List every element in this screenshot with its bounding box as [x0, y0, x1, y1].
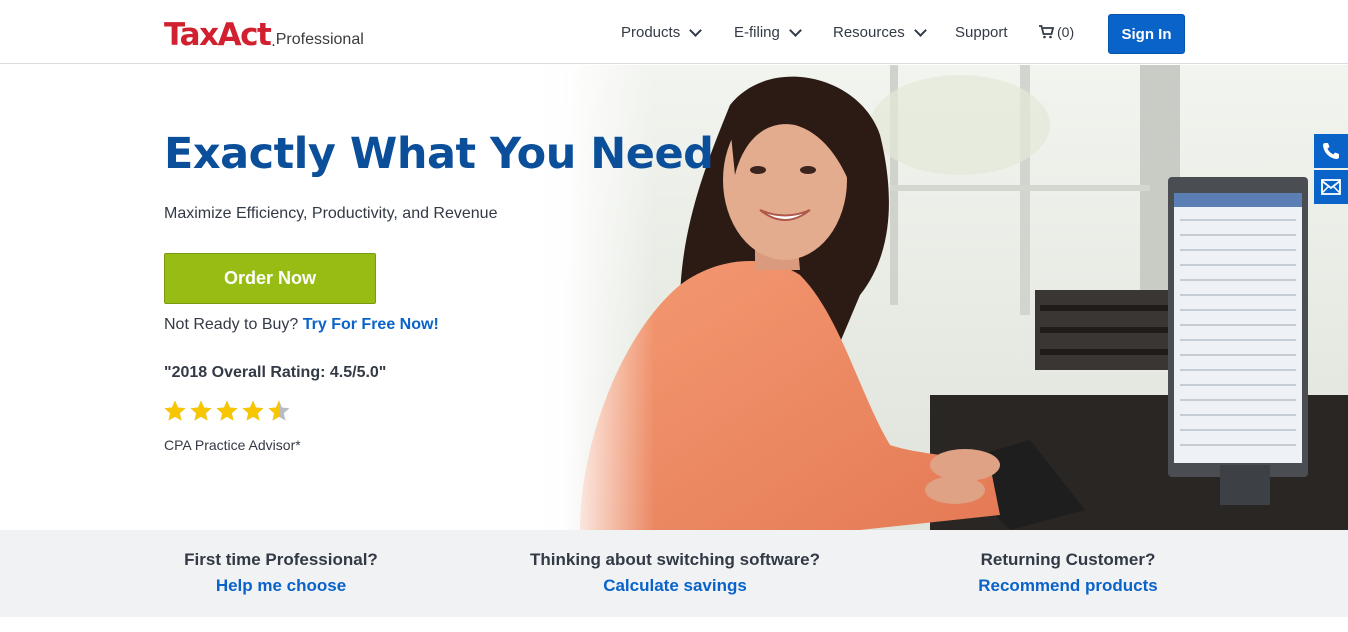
nav-resources[interactable]: Resources	[833, 0, 927, 64]
star-icon	[268, 400, 290, 421]
phone-contact-tab[interactable]	[1314, 134, 1348, 168]
try-free-prefix: Not Ready to Buy?	[164, 316, 299, 333]
switching-question: Thinking about switching software?	[530, 550, 820, 569]
nav-efiling-label: E-filing	[734, 23, 780, 41]
nav-efiling[interactable]: E-filing	[734, 0, 802, 64]
cart-count: (0)	[1057, 24, 1075, 40]
try-free-line: Not Ready to Buy? Try For Free Now!	[164, 316, 439, 334]
help-me-choose-link[interactable]: Help me choose	[81, 576, 481, 596]
star-icon	[164, 400, 186, 421]
sign-in-button[interactable]: Sign In	[1108, 14, 1185, 54]
mail-icon	[1321, 179, 1341, 195]
hero-subtitle: Maximize Efficiency, Productivity, and R…	[164, 205, 498, 222]
rating-source: CPA Practice Advisor*	[164, 437, 301, 453]
nav-support[interactable]: Support	[955, 0, 1008, 64]
email-contact-tab[interactable]	[1314, 170, 1348, 204]
cart-icon	[1039, 25, 1054, 39]
nav-products-label: Products	[621, 23, 681, 41]
first-time-column: First time Professional? Help me choose	[81, 550, 481, 596]
logo-subtitle: Professional	[275, 31, 364, 48]
returning-question: Returning Customer?	[980, 550, 1156, 569]
recommend-products-link[interactable]: Recommend products	[868, 576, 1268, 596]
nav-support-label: Support	[955, 23, 1008, 41]
star-icon	[190, 400, 212, 421]
site-header: TaxAct . Professional Products E-filing …	[0, 0, 1348, 64]
taxact-logo[interactable]: TaxAct . Professional	[164, 12, 364, 52]
returning-column: Returning Customer? Recommend products	[868, 550, 1268, 596]
chevron-down-icon	[913, 23, 927, 37]
try-free-link[interactable]: Try For Free Now!	[303, 316, 439, 333]
chevron-down-icon	[689, 23, 703, 37]
rating-text: "2018 Overall Rating: 4.5/5.0"	[164, 364, 387, 381]
nav-resources-label: Resources	[833, 23, 905, 41]
logo-wordmark: TaxAct	[164, 17, 272, 53]
phone-icon	[1323, 143, 1339, 159]
customer-type-bar: First time Professional? Help me choose …	[0, 530, 1348, 617]
logo-word-tax: Tax	[164, 17, 219, 53]
hero-section: Exactly What You Need Maximize Efficienc…	[0, 65, 1348, 530]
hero-title: Exactly What You Need	[164, 129, 714, 179]
switching-column: Thinking about switching software? Calcu…	[475, 550, 875, 596]
cart-link[interactable]: (0)	[1038, 0, 1074, 64]
star-icon	[216, 400, 238, 421]
nav-products[interactable]: Products	[621, 0, 703, 64]
calculate-savings-link[interactable]: Calculate savings	[475, 576, 875, 596]
star-icon	[242, 400, 264, 421]
logo-word-act: Act	[217, 17, 272, 53]
chevron-down-icon	[788, 23, 802, 37]
order-now-button[interactable]: Order Now	[164, 253, 376, 304]
first-time-question: First time Professional?	[184, 550, 378, 569]
rating-stars	[163, 399, 291, 423]
